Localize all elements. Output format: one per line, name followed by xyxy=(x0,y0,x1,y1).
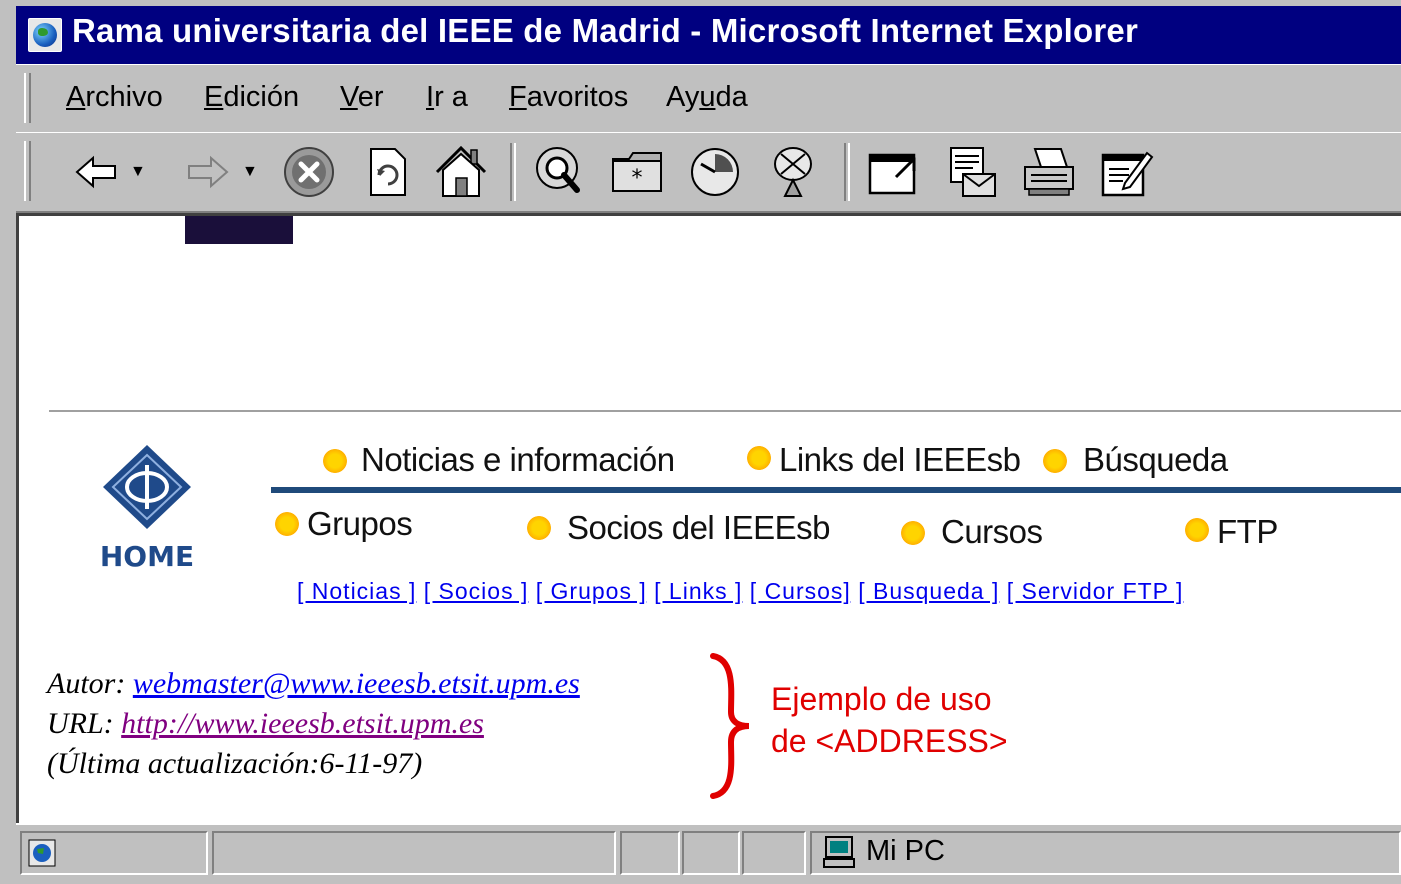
forward-icon xyxy=(188,155,229,189)
edit-button[interactable] xyxy=(1096,141,1158,203)
status-panel-text xyxy=(212,831,616,875)
nav-link-ftp[interactable]: FTP xyxy=(1217,513,1278,551)
bullet-icon xyxy=(275,512,299,536)
nav-divider xyxy=(271,487,1401,493)
history-button[interactable] xyxy=(684,141,746,203)
fullscreen-button[interactable] xyxy=(862,141,924,203)
toolbar-separator xyxy=(510,143,516,201)
address-block: Autor: webmaster@www.ieeesb.etsit.upm.es… xyxy=(47,664,580,784)
refresh-icon xyxy=(370,148,406,196)
forward-dropdown[interactable]: ▼ xyxy=(242,163,258,181)
text-link-links[interactable]: [ Links ] xyxy=(654,578,742,604)
text-link-busqueda[interactable]: [ Busqueda ] xyxy=(858,578,999,604)
svg-text:*: * xyxy=(632,166,643,191)
back-button[interactable] xyxy=(66,141,128,203)
home-logo-text: HOME xyxy=(100,540,194,573)
bullet-icon xyxy=(527,516,551,540)
print-icon xyxy=(1024,148,1074,196)
text-link-servidor-ftp[interactable]: [ Servidor FTP ] xyxy=(1007,578,1184,604)
text-link-socios[interactable]: [ Socios ] xyxy=(424,578,529,604)
banner-image-edge xyxy=(185,216,293,244)
nav-link-socios[interactable]: Socios del IEEEsb xyxy=(567,509,830,547)
site-url-link[interactable]: http://www.ieeesb.etsit.upm.es xyxy=(121,707,484,740)
status-panel-zone: Mi PC xyxy=(810,831,1401,875)
bullet-icon xyxy=(901,521,925,545)
mail-button[interactable] xyxy=(942,141,1004,203)
menu-ayuda[interactable]: Ayuda xyxy=(666,81,748,114)
toolbar-separator-2 xyxy=(844,143,850,201)
text-link-grupos[interactable]: [ Grupos ] xyxy=(536,578,647,604)
nav-link-busqueda[interactable]: Búsqueda xyxy=(1083,441,1228,479)
nav-link-noticias[interactable]: Noticias e información xyxy=(361,441,675,479)
security-zone-label: Mi PC xyxy=(866,835,945,867)
status-panel-offline xyxy=(742,831,806,875)
edit-icon xyxy=(1101,151,1154,197)
ieee-logo-icon xyxy=(103,445,191,529)
menu-ver[interactable]: Ver xyxy=(340,81,384,114)
address-example-note: Ejemplo de uso de <ADDRESS> xyxy=(771,681,1008,759)
window-title: Rama universitaria del IEEE de Madrid - … xyxy=(72,12,1138,49)
menu-favoritos[interactable]: Favoritos xyxy=(509,81,628,114)
title-bar[interactable]: Rama universitaria del IEEE de Madrid - … xyxy=(16,6,1401,64)
text-nav-links: [ Noticias ] [ Socios ] [ Grupos ] [ Lin… xyxy=(297,578,1183,605)
back-dropdown[interactable]: ▼ xyxy=(130,163,146,181)
fullscreen-icon xyxy=(868,153,916,195)
ie-page-icon[interactable] xyxy=(28,18,62,52)
author-email-link[interactable]: webmaster@www.ieeesb.etsit.upm.es xyxy=(133,667,580,700)
channels-icon xyxy=(774,147,812,197)
mail-icon xyxy=(950,147,996,197)
horizontal-rule xyxy=(49,410,1401,413)
history-icon xyxy=(691,148,739,196)
status-bar: Mi PC xyxy=(16,823,1401,884)
status-panel-progress xyxy=(620,831,680,875)
stop-button[interactable] xyxy=(278,141,340,203)
refresh-button[interactable] xyxy=(356,141,418,203)
nav-link-links[interactable]: Links del IEEEsb xyxy=(779,441,1021,479)
toolbar: ▼ ▼ * xyxy=(16,132,1401,213)
toolbar-grip[interactable] xyxy=(24,141,31,201)
bullet-icon xyxy=(1185,518,1209,542)
menu-ir-a[interactable]: Ir a xyxy=(426,81,468,114)
bullet-icon xyxy=(1043,449,1067,473)
menu-archivo[interactable]: Archivo xyxy=(66,81,163,114)
home-button[interactable] xyxy=(430,141,492,203)
computer-icon xyxy=(823,836,855,868)
search-button[interactable] xyxy=(528,141,590,203)
menubar-grip[interactable] xyxy=(24,73,31,123)
nav-link-cursos[interactable]: Cursos xyxy=(941,513,1043,551)
page-content: HOME Noticias e información Links del IE… xyxy=(16,213,1401,826)
bullet-icon xyxy=(323,449,347,473)
page-status-icon xyxy=(28,839,56,867)
home-logo-link[interactable]: HOME xyxy=(97,441,197,573)
text-link-cursos[interactable]: [ Cursos] xyxy=(750,578,851,604)
forward-button[interactable] xyxy=(176,141,238,203)
last-updated: (Última actualización:6-11-97) xyxy=(47,747,423,780)
home-icon xyxy=(435,145,487,197)
status-panel-security xyxy=(682,831,740,875)
text-link-noticias[interactable]: [ Noticias ] xyxy=(297,578,416,604)
url-label: URL: xyxy=(47,707,122,740)
search-icon xyxy=(536,147,580,193)
nav-link-grupos[interactable]: Grupos xyxy=(307,505,413,543)
brace-annotation xyxy=(710,653,750,799)
favorites-icon: * xyxy=(612,152,662,192)
status-panel-main xyxy=(20,831,208,875)
channels-button[interactable] xyxy=(762,141,824,203)
favorites-button[interactable]: * xyxy=(606,141,668,203)
stop-icon xyxy=(284,147,334,197)
menu-edicion[interactable]: Edición xyxy=(204,81,299,114)
author-label: Autor: xyxy=(47,667,133,700)
print-button[interactable] xyxy=(1018,141,1080,203)
bullet-icon xyxy=(747,446,771,470)
svg-text:HOME: HOME xyxy=(100,540,194,572)
back-icon xyxy=(75,155,116,189)
menu-bar: Archivo Edición Ver Ir a Favoritos Ayuda xyxy=(16,64,1401,134)
